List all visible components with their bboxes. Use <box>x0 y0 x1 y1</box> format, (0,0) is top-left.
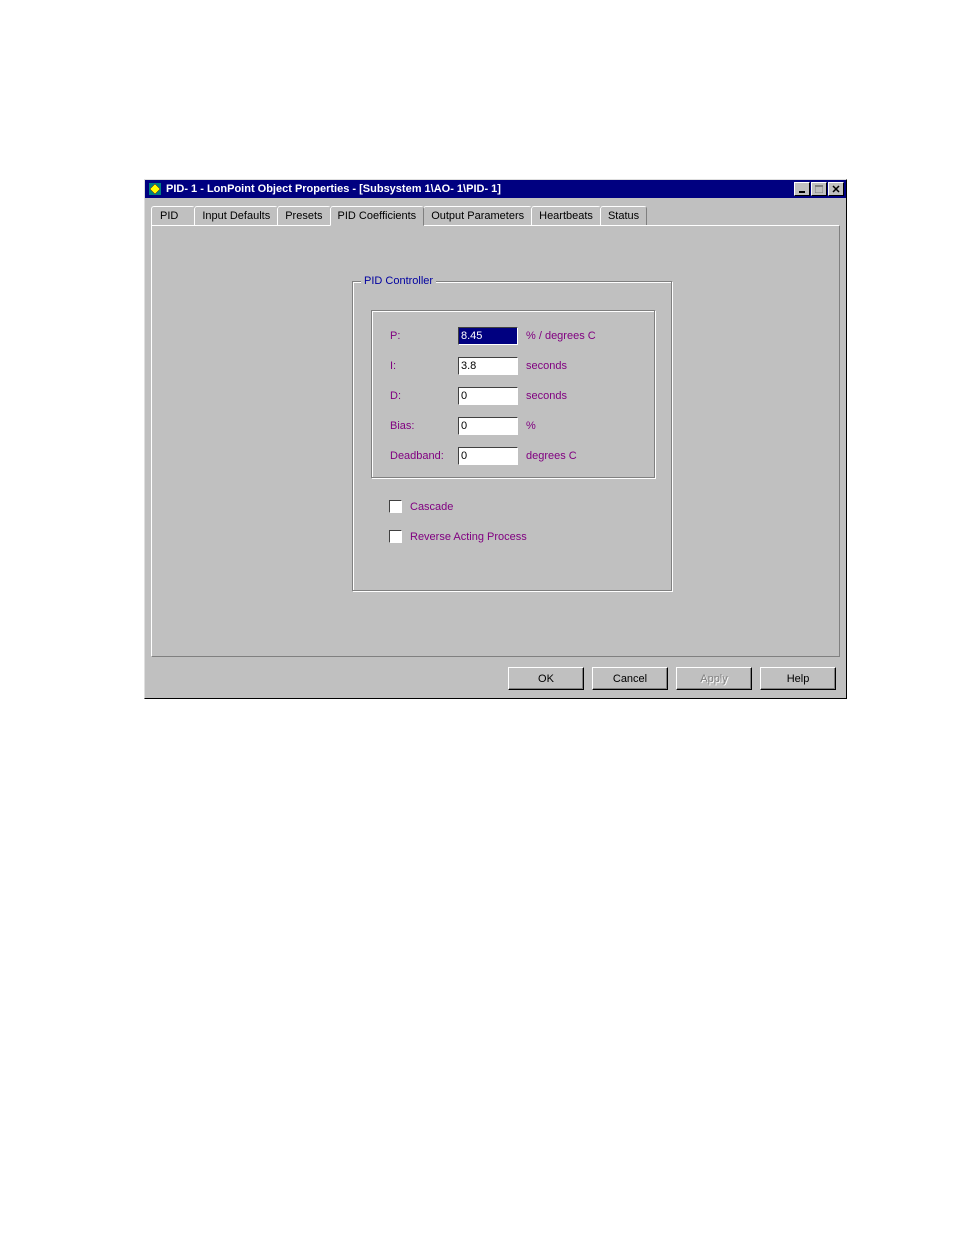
field-row-d: D: seconds <box>390 387 567 405</box>
window-title: PID- 1 - LonPoint Object Properties - [S… <box>166 183 793 195</box>
button-row: OK Cancel Apply Help <box>508 667 836 690</box>
reverse-label: Reverse Acting Process <box>410 531 527 543</box>
p-input[interactable] <box>458 327 518 345</box>
tab-row: PID Input Defaults Presets PID Coefficie… <box>151 206 840 225</box>
bias-label: Bias: <box>390 420 458 432</box>
maximize-button[interactable] <box>811 182 827 196</box>
deadband-unit: degrees C <box>526 450 577 462</box>
d-input[interactable] <box>458 387 518 405</box>
i-label: I: <box>390 360 458 372</box>
bias-unit: % <box>526 420 536 432</box>
tab-pid[interactable]: PID <box>151 206 195 225</box>
minimize-button[interactable] <box>794 182 810 196</box>
inner-group: P: % / degrees C I: seconds D: seconds B… <box>371 310 655 478</box>
titlebar: PID- 1 - LonPoint Object Properties - [S… <box>145 180 846 198</box>
field-row-i: I: seconds <box>390 357 567 375</box>
tab-output-parameters[interactable]: Output Parameters <box>423 206 532 225</box>
tab-status[interactable]: Status <box>600 206 647 225</box>
help-button[interactable]: Help <box>760 667 836 690</box>
ok-button[interactable]: OK <box>508 667 584 690</box>
tab-pid-coefficients[interactable]: PID Coefficients <box>330 206 425 226</box>
apply-button[interactable]: Apply <box>676 667 752 690</box>
groupbox-legend: PID Controller <box>361 275 436 287</box>
p-label: P: <box>390 330 458 342</box>
checkbox-row-reverse: Reverse Acting Process <box>389 530 527 543</box>
dialog-window: PID- 1 - LonPoint Object Properties - [S… <box>144 179 847 699</box>
app-icon <box>147 181 163 197</box>
tab-heartbeats[interactable]: Heartbeats <box>531 206 601 225</box>
deadband-input[interactable] <box>458 447 518 465</box>
cancel-button[interactable]: Cancel <box>592 667 668 690</box>
checkbox-row-cascade: Cascade <box>389 500 453 513</box>
tab-presets[interactable]: Presets <box>277 206 330 225</box>
field-row-bias: Bias: % <box>390 417 536 435</box>
deadband-label: Deadband: <box>390 450 458 462</box>
i-input[interactable] <box>458 357 518 375</box>
field-row-deadband: Deadband: degrees C <box>390 447 577 465</box>
p-unit: % / degrees C <box>526 330 596 342</box>
i-unit: seconds <box>526 360 567 372</box>
reverse-checkbox[interactable] <box>389 530 402 543</box>
d-unit: seconds <box>526 390 567 402</box>
tab-input-defaults[interactable]: Input Defaults <box>194 206 278 225</box>
bias-input[interactable] <box>458 417 518 435</box>
cascade-checkbox[interactable] <box>389 500 402 513</box>
field-row-p: P: % / degrees C <box>390 327 596 345</box>
d-label: D: <box>390 390 458 402</box>
close-button[interactable] <box>828 182 844 196</box>
titlebar-buttons <box>793 182 844 196</box>
tab-panel: PID Controller P: % / degrees C I: secon… <box>151 225 840 657</box>
cascade-label: Cascade <box>410 501 453 513</box>
pid-controller-group: PID Controller P: % / degrees C I: secon… <box>352 281 672 591</box>
